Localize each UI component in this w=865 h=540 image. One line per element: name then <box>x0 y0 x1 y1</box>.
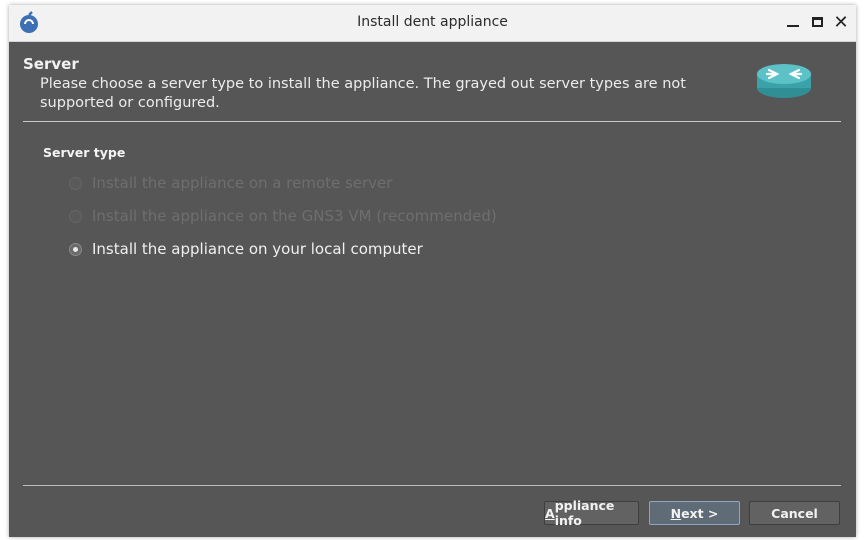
radio-indicator <box>69 176 82 190</box>
header-divider <box>23 121 841 122</box>
maximize-icon <box>811 17 823 27</box>
router-icon <box>757 64 811 98</box>
appliance-info-button[interactable]: Appliance info <box>544 498 639 528</box>
radio-gns3-vm[interactable]: Install the appliance on the GNS3 VM (re… <box>69 205 497 227</box>
radio-indicator <box>69 209 82 223</box>
radio-label: Install the appliance on a remote server <box>92 174 393 192</box>
button-label: ppliance info <box>554 498 615 528</box>
installer-window: Install dent appliance ✕ Server Please c… <box>9 5 856 537</box>
close-button[interactable]: ✕ <box>830 11 852 33</box>
footer-divider <box>23 485 841 486</box>
title-bar[interactable]: Install dent appliance ✕ <box>9 5 856 42</box>
page-subtitle: Please choose a server type to install t… <box>40 76 686 111</box>
minimize-icon <box>787 25 799 27</box>
radio-label: Install the appliance on your local comp… <box>92 240 423 258</box>
button-label: ext > <box>681 505 719 521</box>
server-type-group-title: Server type <box>43 145 126 160</box>
radio-indicator <box>69 242 82 256</box>
window-title: Install dent appliance <box>357 14 508 30</box>
page-title: Server <box>23 55 79 73</box>
mnemonic-letter: A <box>545 505 555 521</box>
minimize-button[interactable] <box>782 11 804 33</box>
wizard-header: Server Please choose a server type to in… <box>9 42 856 120</box>
radio-local-computer[interactable]: Install the appliance on your local comp… <box>69 238 423 260</box>
maximize-button[interactable] <box>806 11 828 33</box>
next-button[interactable]: Next > <box>649 501 740 525</box>
mnemonic-letter: N <box>670 505 682 521</box>
radio-remote-server[interactable]: Install the appliance on a remote server <box>69 172 392 194</box>
button-label: Cancel <box>771 505 818 521</box>
close-icon: ✕ <box>833 11 849 33</box>
radio-label: Install the appliance on the GNS3 VM (re… <box>92 207 497 225</box>
cancel-button[interactable]: Cancel <box>749 501 840 525</box>
